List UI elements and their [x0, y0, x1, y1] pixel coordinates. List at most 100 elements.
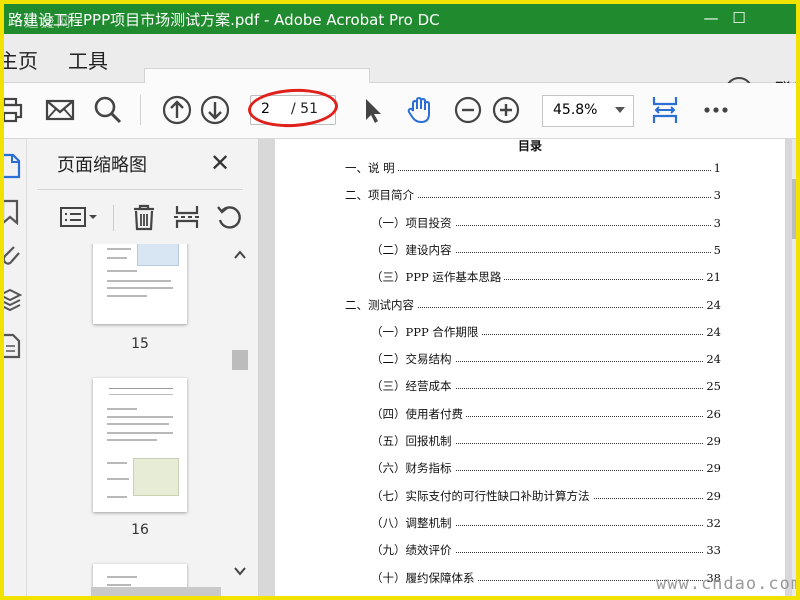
page-thumbnails-panel: 页面缩略图 ✕ 15 16	[27, 139, 259, 596]
toc-entry[interactable]: （三）PPP 运作基本思路 21	[371, 269, 721, 286]
toc-entry[interactable]: （六）财务指标 29	[371, 460, 721, 477]
toc-entry-title: （六）财务指标	[371, 460, 455, 477]
attachment-icon[interactable]	[0, 241, 22, 267]
panel-toolbar	[27, 191, 258, 241]
toc-entry-page: 3	[710, 214, 721, 231]
toc-entry-page: 32	[703, 514, 721, 531]
toc-entry[interactable]: （八）调整机制 32	[371, 514, 721, 531]
navigation-rail	[4, 139, 27, 596]
toc-entry[interactable]: 二、项目简介 3	[345, 187, 721, 204]
watermark-logo: ·迅捷网	[18, 15, 73, 31]
horizontal-scrollbar-thumb[interactable]	[91, 587, 221, 596]
toc-entry-title: （七）实际支付的可行性缺口补助计算方法	[371, 487, 593, 504]
toc-entry-page: 26	[703, 405, 721, 422]
toc-entry[interactable]: （二）交易结构 24	[371, 351, 721, 368]
zoom-out-icon[interactable]	[452, 94, 484, 126]
toc-entry[interactable]: （二）建设内容 5	[371, 241, 721, 258]
toc-entry-title: （九）绩效评价	[371, 542, 455, 559]
chevron-up-icon[interactable]	[234, 250, 246, 260]
toc-entry-page: 29	[703, 433, 721, 449]
document-page: 目录 一、说 明 1 二、项目简介 3 （一）项目投资 3 （二）建设内容 5 （三）PPP 运…	[275, 139, 785, 596]
toc-entry-title: （三）经营成本	[371, 378, 455, 395]
thumbnail-list: 15 16	[27, 244, 227, 596]
thumbnail-page-16[interactable]	[93, 378, 187, 512]
bookmark-icon[interactable]	[0, 199, 22, 225]
trash-icon[interactable]	[131, 203, 157, 231]
thumbnail-page-number: 16	[131, 522, 149, 538]
toc-entry-title: （四）使用者付费	[371, 405, 466, 422]
toc-entry[interactable]: （九）绩效评价 33	[371, 542, 721, 559]
toc-leader	[345, 170, 721, 171]
panel-title: 页面缩略图	[57, 155, 147, 176]
toc-entry-page: 3	[710, 187, 721, 204]
toc-entry-title: （八）调整机制	[371, 514, 455, 531]
toc-entry-page: 24	[703, 296, 721, 313]
thumbnail-page-15[interactable]	[93, 244, 187, 324]
tools-tab[interactable]: 工具	[68, 45, 108, 74]
toc-entry-title: 二、项目简介	[345, 187, 417, 204]
search-icon[interactable]	[92, 94, 124, 126]
zoom-in-icon[interactable]	[490, 94, 522, 126]
zoom-dropdown[interactable]: 45.8%	[542, 95, 634, 127]
menu-bar: 主页 工具 路建设工程PPP项目... × ? 登录	[4, 34, 796, 113]
extract-pages-icon[interactable]	[173, 203, 201, 231]
toc-entry-page: 24	[703, 351, 721, 368]
scrollbar-thumb[interactable]	[232, 350, 248, 370]
app-window: 路建设工程PPP项目市场测试方案.pdf - Adobe Acrobat Pro…	[0, 0, 800, 600]
toc-entry-page: 21	[703, 269, 721, 286]
page-thumbnails-icon[interactable]	[0, 153, 22, 179]
toc-entry-title: （二）交易结构	[371, 351, 455, 368]
chevron-down-icon[interactable]	[234, 566, 246, 576]
home-tab[interactable]: 主页	[4, 45, 38, 74]
toc-entry[interactable]: （七）实际支付的可行性缺口补助计算方法 29	[371, 487, 721, 504]
toolbar: / 51 45.8%	[4, 83, 796, 139]
toc-entry-page: 29	[703, 460, 721, 477]
toc-entry-title: （二）建设内容	[371, 241, 455, 258]
fit-width-icon[interactable]	[648, 94, 682, 126]
toc-entry-title: （一）PPP 合作期限	[371, 323, 482, 340]
thumbnail-map	[137, 244, 179, 266]
thumbnail-page-number: 15	[131, 336, 149, 352]
toc-entry-title: （三）PPP 运作基本思路	[371, 269, 505, 286]
previous-page-icon[interactable]	[161, 94, 193, 126]
toc-entry-title: 一、说 明	[345, 160, 398, 176]
rotate-icon[interactable]	[215, 203, 243, 231]
email-icon[interactable]	[44, 94, 76, 126]
panel-divider	[37, 189, 243, 190]
thumbnail-scrollbar[interactable]	[232, 244, 250, 579]
toc-entry[interactable]: （一）项目投资 3	[371, 214, 721, 231]
hand-tool-icon[interactable]	[404, 94, 436, 126]
thumbnail-options-icon[interactable]	[59, 205, 99, 229]
site-watermark: www.cndao.com	[656, 574, 800, 594]
toc-entry-page: 24	[703, 323, 721, 340]
toc-entry[interactable]: 二、测试内容 24	[345, 296, 721, 313]
print-icon[interactable]	[0, 94, 28, 126]
toc-entry[interactable]: （三）经营成本 25	[371, 378, 721, 395]
toc-entry-title: （一）项目投资	[371, 214, 455, 231]
maximize-button[interactable]: ☐	[716, 4, 762, 34]
toc-entry[interactable]: （五）回报机制 29	[371, 433, 721, 449]
document-icon[interactable]	[0, 333, 22, 359]
window-title: 路建设工程PPP项目市场测试方案.pdf - Adobe Acrobat Pro…	[8, 11, 440, 29]
toc-entry-page: 1	[710, 160, 721, 176]
scrollbar-thumb[interactable]	[792, 179, 796, 239]
select-cursor-icon[interactable]	[356, 94, 388, 126]
toc-entry-title: （五）回报机制	[371, 433, 455, 449]
zoom-value: 45.8%	[553, 102, 598, 118]
toc-entry[interactable]: 一、说 明 1	[345, 160, 721, 176]
next-page-icon[interactable]	[199, 94, 231, 126]
panel-toolbar-divider	[113, 205, 114, 231]
toc-entry[interactable]: （一）PPP 合作期限 24	[371, 323, 721, 340]
close-panel-icon[interactable]: ✕	[210, 149, 230, 177]
thumbnail-map	[133, 458, 179, 496]
layers-icon[interactable]	[0, 287, 22, 313]
toc-title: 目录	[517, 139, 542, 153]
toc-entry-page: 29	[703, 487, 721, 504]
more-options-icon[interactable]	[700, 94, 732, 126]
toc-entry-title: 二、测试内容	[345, 296, 417, 313]
toc-entry-page: 25	[703, 378, 721, 395]
toolbar-divider	[140, 95, 141, 125]
toc-entry-page: 33	[703, 542, 721, 559]
document-scrollbar[interactable]	[792, 139, 796, 596]
toc-entry[interactable]: （四）使用者付费 26	[371, 405, 721, 422]
